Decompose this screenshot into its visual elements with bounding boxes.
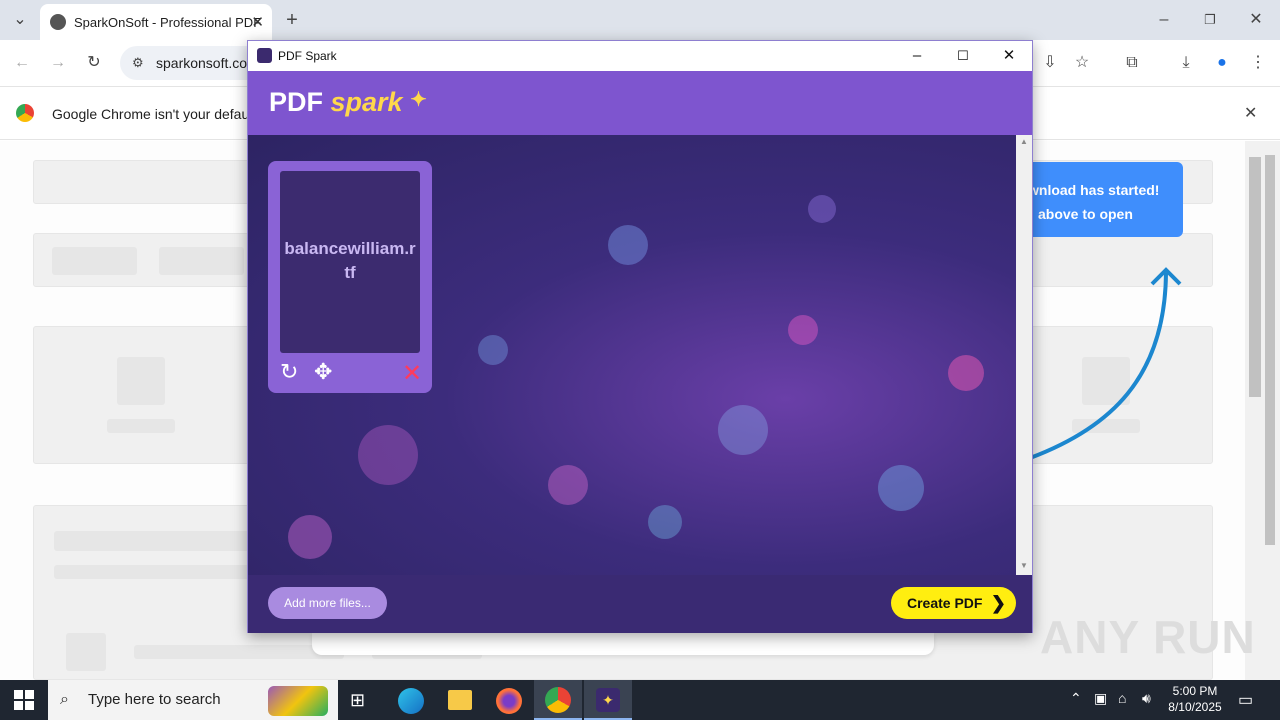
- downloads-icon[interactable]: ⤓: [1172, 49, 1200, 77]
- tab-title: SparkOnSoft - Professional PDF: [74, 14, 262, 30]
- edge-browser-icon[interactable]: [398, 688, 424, 714]
- taskbar-search-box[interactable]: ⌕ Type here to search: [48, 680, 338, 720]
- chrome-icon: [545, 687, 571, 713]
- page-scroll-thumb-2[interactable]: [1265, 155, 1275, 545]
- scroll-up-icon[interactable]: ▲: [1020, 137, 1028, 146]
- network-icon[interactable]: ▣: [1094, 690, 1107, 707]
- notice-line-1: wnload has started!: [1028, 182, 1160, 198]
- file-explorer-icon[interactable]: [448, 690, 472, 710]
- rotate-icon[interactable]: ↻: [280, 359, 298, 385]
- install-app-icon[interactable]: ⇩: [1036, 49, 1064, 77]
- chevron-right-icon: ❯: [990, 593, 1006, 613]
- bokeh-dot: [948, 355, 984, 391]
- maximize-window-icon[interactable]: ☐: [940, 41, 986, 71]
- close-tab-icon[interactable]: ✕: [251, 13, 264, 31]
- remove-file-icon[interactable]: ✕: [402, 359, 422, 388]
- chrome-taskbar-button[interactable]: [534, 680, 582, 720]
- pdf-spark-taskbar-button[interactable]: ✦: [584, 680, 632, 720]
- stage-scrollbar[interactable]: ▲ ▼: [1016, 135, 1032, 575]
- scroll-down-icon[interactable]: ▼: [1020, 561, 1028, 570]
- skeleton-image: [66, 633, 106, 671]
- system-clock[interactable]: 5:00 PM 8/10/2025: [1166, 683, 1224, 715]
- url-text: sparkonsoft.co: [156, 55, 248, 71]
- bokeh-dot: [788, 315, 818, 345]
- bokeh-dot: [648, 505, 682, 539]
- logo-accent: spark: [330, 87, 403, 117]
- bokeh-dot: [878, 465, 924, 511]
- volume-icon[interactable]: 🔊︎: [1142, 690, 1151, 707]
- clock-time: 5:00 PM: [1172, 684, 1218, 698]
- pdf-spark-window: PDF Spark – ☐ ✕ PDF spark ✦ balancewilli…: [247, 40, 1033, 633]
- reload-icon[interactable]: ↻: [80, 49, 108, 77]
- restore-browser-icon[interactable]: ❐: [1196, 6, 1224, 34]
- back-icon[interactable]: ←: [8, 49, 36, 77]
- file-thumbnail: balancewilliam.rtf: [280, 171, 420, 353]
- search-highlight-image: [268, 686, 328, 716]
- bookmark-star-icon[interactable]: ☆: [1068, 49, 1096, 77]
- firefox-icon[interactable]: [496, 688, 522, 714]
- skeleton-pill: [159, 247, 244, 275]
- sparkle-icon: ✦: [410, 89, 427, 111]
- extensions-icon[interactable]: ⧉: [1118, 49, 1146, 77]
- bokeh-dot: [478, 335, 508, 365]
- close-window-icon[interactable]: ✕: [986, 41, 1032, 71]
- clock-date: 8/10/2025: [1168, 700, 1222, 714]
- browser-tab-strip: ⌄ SparkOnSoft - Professional PDF ✕ + – ❐…: [0, 0, 1280, 40]
- pdf-spark-logo: PDF spark ✦: [269, 87, 427, 118]
- skeleton-image: [117, 357, 165, 405]
- bokeh-dot: [288, 515, 332, 559]
- windows-start-icon[interactable]: [14, 690, 34, 710]
- bokeh-dot: [548, 465, 588, 505]
- close-infobar-icon[interactable]: ✕: [1244, 87, 1257, 141]
- task-view-icon[interactable]: ⊞: [350, 690, 365, 711]
- window-title: PDF Spark: [278, 49, 337, 63]
- create-pdf-label: Create PDF: [907, 595, 983, 611]
- close-browser-icon[interactable]: ✕: [1242, 6, 1270, 34]
- page-scroll-thumb[interactable]: [1249, 157, 1261, 397]
- chrome-logo-icon: [16, 104, 34, 122]
- wifi-icon[interactable]: ⌂: [1118, 690, 1126, 706]
- window-titlebar[interactable]: PDF Spark – ☐ ✕: [248, 41, 1032, 71]
- site-favicon-icon: [50, 14, 66, 30]
- skeleton-pill: [52, 247, 137, 275]
- move-icon[interactable]: ✥: [314, 359, 332, 385]
- pdf-spark-app-icon: [257, 48, 272, 63]
- menu-kebab-icon[interactable]: ⋮: [1244, 49, 1272, 77]
- new-tab-icon[interactable]: +: [278, 6, 306, 34]
- bokeh-dot: [718, 405, 768, 455]
- bokeh-dot: [808, 195, 836, 223]
- modal-backdrop-edge: [312, 633, 934, 655]
- minimize-window-icon[interactable]: –: [894, 41, 940, 71]
- skeleton-line: [54, 531, 254, 551]
- site-info-icon[interactable]: ⚙: [132, 46, 144, 80]
- minimize-browser-icon[interactable]: –: [1150, 6, 1178, 34]
- browser-tab[interactable]: SparkOnSoft - Professional PDF ✕: [40, 4, 272, 40]
- search-icon: ⌕: [60, 691, 69, 708]
- forward-icon[interactable]: →: [44, 49, 72, 77]
- app-header: PDF spark ✦: [248, 71, 1032, 135]
- file-card[interactable]: balancewilliam.rtf ↻ ✥ ✕: [268, 161, 432, 393]
- notifications-icon[interactable]: ▭: [1238, 690, 1253, 710]
- profile-avatar-icon[interactable]: ●: [1208, 49, 1236, 77]
- tab-search-chevron-icon[interactable]: ⌄: [6, 6, 34, 34]
- logo-main: PDF: [269, 87, 323, 117]
- skeleton-line: [107, 419, 175, 433]
- arrow-to-downloads-icon: [1029, 267, 1182, 460]
- pdf-spark-taskbar-icon: ✦: [596, 688, 620, 712]
- app-footer: Add more files... Create PDF ❯: [248, 575, 1032, 633]
- bokeh-dot: [608, 225, 648, 265]
- bokeh-dot: [358, 425, 418, 485]
- infobar-text: Google Chrome isn't your default: [52, 106, 257, 122]
- file-name: balancewilliam.rtf: [284, 239, 416, 282]
- add-more-files-button[interactable]: Add more files...: [268, 587, 387, 619]
- search-placeholder: Type here to search: [88, 691, 221, 708]
- watermark-logo: ANY RUN: [1040, 611, 1256, 663]
- show-hidden-icons-icon[interactable]: ⌃: [1070, 690, 1082, 707]
- notice-line-2: above to open: [1038, 206, 1133, 222]
- page-scrollbar[interactable]: [1245, 141, 1280, 680]
- create-pdf-button[interactable]: Create PDF ❯: [891, 587, 1016, 619]
- skeleton-line: [54, 565, 254, 579]
- file-drop-area[interactable]: balancewilliam.rtf ↻ ✥ ✕: [248, 135, 1016, 575]
